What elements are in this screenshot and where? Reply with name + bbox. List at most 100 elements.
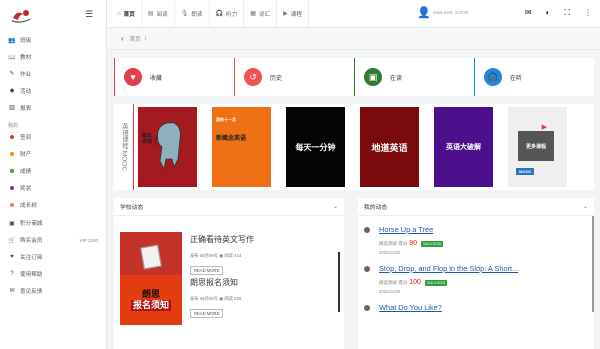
sidebar-my-item-2[interactable]: 成绩 — [0, 163, 106, 180]
sidebar-item-1[interactable]: 📖 教材 — [0, 49, 106, 66]
chevron-down-icon[interactable]: ⌄ — [333, 203, 338, 210]
sidebar-my-item-4[interactable]: 成长树 — [0, 196, 106, 213]
user-info[interactable]: 👤 MiniLevel: 3.0720 — [417, 6, 468, 20]
news-thumbnail: 朗思 报名须知 — [120, 275, 182, 325]
sidebar-my-item-0[interactable]: 签到 — [0, 129, 106, 146]
news-title[interactable]: 朗思报名须知 — [190, 277, 241, 288]
chevron-down-icon[interactable]: ⌄ — [583, 203, 588, 210]
my-activity-panel: 我的动态 ⌄ Horse Up a Tree 阅读测试 得分 80 SUCCESS 20… — [358, 198, 594, 349]
sidebar-item-label: 意见反馈 — [20, 288, 43, 295]
sidebar-item-2[interactable]: ✎ 作业 — [0, 66, 106, 83]
vocab-icon: ▦ — [250, 11, 256, 17]
scrollbar[interactable] — [592, 216, 594, 312]
tab-5[interactable]: ▶ 课程 — [277, 0, 309, 28]
course-cover-1-line2: 讲读 — [142, 139, 153, 145]
activity-meta: 阅读测试 得分 100 SUCCESS — [379, 279, 588, 286]
activity-link[interactable]: Stop, Drop, and Flop in the Slop: A Shor… — [364, 264, 588, 273]
back-icon[interactable]: ‹ — [121, 34, 124, 43]
course-cover-2-line2: 新概念英语 — [216, 136, 247, 142]
breadcrumb-home[interactable]: 首页 — [130, 35, 141, 43]
breadcrumb: ‹ 首页 / — [107, 28, 600, 50]
vip-badge: VIP 2200 — [79, 237, 98, 243]
mooc-carousel: 英语课程 MOOC 绘本 讲读 我的十一月 新概念英语 每天一分钟 地道英语 英… — [114, 104, 594, 190]
activity-link[interactable]: What Do You Like? — [364, 303, 588, 312]
sidebar-bottom-item-1[interactable]: 🛒 购买会员 VIP 2200 — [0, 232, 106, 249]
activity-item: Stop, Drop, and Flop in the Slop: A Shor… — [358, 255, 594, 294]
course-cover-5[interactable]: 英语大破解 — [434, 107, 493, 187]
activity-score: 80 — [409, 240, 418, 247]
course-cover-2-line1: 我的十一月 — [216, 117, 236, 122]
fullscreen-icon[interactable]: ⛶ — [564, 8, 570, 18]
quick-link-1[interactable]: ↺ 历史 — [234, 58, 354, 96]
history-icon: ↺ — [244, 68, 262, 86]
gift-icon: ▣ — [9, 220, 15, 227]
heart-icon: ♥ — [10, 253, 14, 260]
activity-title: Stop, Drop, and Flop in the Slop: A Shor… — [379, 264, 519, 273]
course-cover-4-title: 地道英语 — [371, 142, 408, 153]
sidebar-item-label: 关注订阅 — [20, 254, 43, 261]
menu-toggle-icon[interactable]: ☰ — [85, 9, 95, 20]
scrollbar[interactable] — [338, 252, 340, 312]
course-cover-2[interactable]: 我的十一月 新概念英语 — [212, 107, 271, 187]
sidebar-item-3[interactable]: ◆ 活动 — [0, 82, 106, 99]
quick-link-2[interactable]: ▣ 在读 — [354, 58, 474, 96]
activity-item: Horse Up a Tree 阅读测试 得分 80 SUCCESS 2022/11/2… — [358, 216, 594, 255]
news-title[interactable]: 正确看待英文写作 — [190, 234, 254, 245]
read-more-button[interactable]: READ MORE — [190, 309, 224, 318]
course-cover-3[interactable]: 每天一分钟 — [286, 107, 345, 187]
tab-label: 听力 — [226, 11, 238, 18]
tab-label: 课程 — [290, 11, 302, 18]
tab-label: 阅读 — [156, 11, 168, 18]
heart-icon: ♥ — [124, 68, 142, 86]
activity-title: Horse Up a Tree — [379, 225, 434, 234]
quick-link-3[interactable]: 🎧 在听 — [474, 58, 594, 96]
status-dot-icon — [10, 168, 14, 173]
more-icon[interactable]: ⋮ — [584, 8, 592, 18]
accent-bar — [474, 58, 475, 96]
sidebar-my-item-1[interactable]: 财产 — [0, 146, 106, 163]
activity-score: 100 — [409, 279, 421, 286]
school-news-panel: 学校动态 ⌄ 正确看待英文写作 发布 06月09号 ▣ 阅读 414 READ … — [114, 198, 344, 349]
quick-link-label: 历史 — [270, 75, 283, 82]
school-news-title: 学校动态 — [120, 205, 144, 211]
sidebar-item-4[interactable]: ▥ 报表 — [0, 99, 106, 116]
tab-0[interactable]: ⌂ 首页 — [111, 0, 142, 28]
read-more-button[interactable]: READ MORE — [190, 266, 224, 275]
tab-2[interactable]: 🎙 朗读 — [175, 0, 210, 28]
sidebar-bottom-item-4[interactable]: ✉ 意见反馈 — [0, 282, 106, 299]
tab-1[interactable]: ▤ 阅读 — [142, 0, 175, 28]
news-meta: 发布 06月09号 ▣ 阅读 414 — [190, 253, 242, 258]
activity-link[interactable]: Horse Up a Tree — [364, 225, 588, 234]
sidebar-bottom-item-3[interactable]: ? 使用帮助 — [0, 265, 106, 282]
activity-meta-text: 阅读测试 得分 — [379, 279, 408, 285]
news-item[interactable]: 正确看待英文写作 发布 06月09号 ▣ 阅读 414 READ MORE — [114, 216, 344, 282]
bullet-icon — [364, 265, 370, 272]
reading-icon: ▣ — [364, 68, 382, 86]
logo-icon — [11, 10, 31, 23]
sidebar-item-0[interactable]: 👥 班级 — [0, 32, 106, 49]
sidebar-item-label: 成长树 — [20, 202, 37, 209]
news-item[interactable]: 朗思 报名须知 朗思报名须知 发布 06月02号 ▣ 阅读 626 READ M… — [114, 275, 344, 334]
activity-meta: 阅读测试 得分 80 SUCCESS — [379, 240, 588, 247]
mail-icon[interactable]: ✉ — [525, 8, 532, 18]
sidebar-bottom-item-2[interactable]: ♥ 关注订阅 — [0, 249, 106, 266]
breadcrumb-sep: / — [144, 35, 147, 42]
course-cover-1[interactable]: 绘本 讲读 — [138, 107, 197, 187]
status-dot-icon — [10, 202, 14, 207]
sidebar-my-item-3[interactable]: 奖状 — [0, 179, 106, 196]
app: 👥 班级 📖 教材 ✎ 作业 ◆ 活动 ▥ 报表 我的 签到 财产 成绩 奖状 成长树 ▣ 积分商城 🛒 购买会… — [0, 0, 600, 349]
quick-link-0[interactable]: ♥ 收藏 — [114, 58, 234, 96]
course-cover-more[interactable]: 更多课程 MOOC ▶ — [508, 107, 567, 187]
contrast-icon[interactable]: ◐ — [546, 8, 551, 18]
sidebar-item-label: 作业 — [20, 71, 32, 78]
carousel-next-icon[interactable]: ▶ — [542, 123, 547, 131]
mic-icon: 🎙 — [180, 11, 189, 17]
tab-4[interactable]: ▦ 词汇 — [244, 0, 278, 28]
sidebar-bottom-item-0[interactable]: ▣ 积分商城 — [0, 215, 106, 232]
accent-bar — [354, 58, 355, 96]
tab-3[interactable]: 🎧 听力 — [210, 0, 245, 28]
course-cover-4[interactable]: 地道英语 — [360, 107, 419, 187]
sidebar-item-label: 使用帮助 — [20, 271, 43, 278]
status-dot-icon — [10, 185, 14, 190]
sidebar-item-label: 报表 — [20, 105, 32, 112]
